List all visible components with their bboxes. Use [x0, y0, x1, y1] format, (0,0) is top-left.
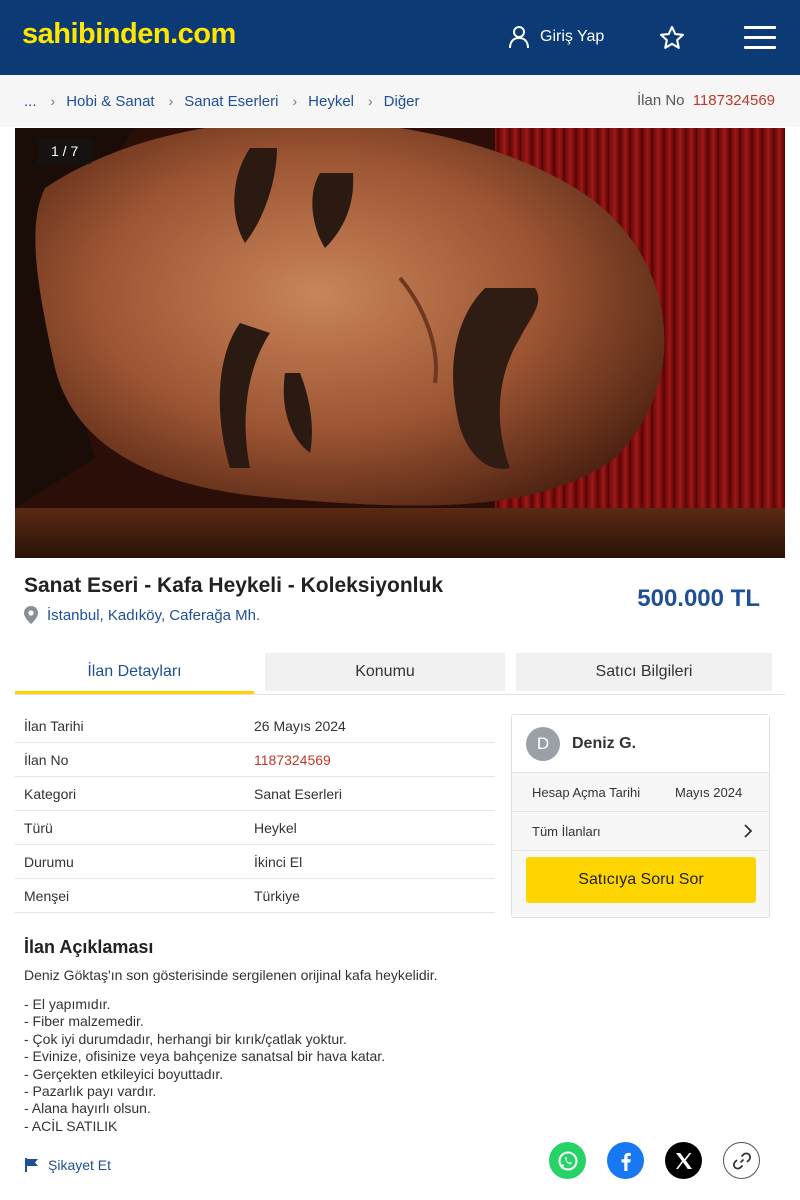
- detail-row: İlan No 1187324569: [15, 743, 495, 777]
- chevron-right-icon: ›: [50, 93, 56, 109]
- report-link[interactable]: Şikayet Et: [24, 1157, 111, 1173]
- list-item: - Gerçekten etkileyici boyuttadır.: [24, 1065, 224, 1082]
- breadcrumb-more[interactable]: ...: [24, 93, 37, 110]
- favorites-button[interactable]: [656, 22, 688, 54]
- detail-label: İlan No: [24, 751, 69, 768]
- site-logo[interactable]: sahibinden.com: [22, 18, 236, 51]
- avatar: D: [526, 726, 560, 761]
- listing-number-label: İlan No: [636, 92, 685, 109]
- login-button[interactable]: Giriş Yap: [508, 25, 604, 49]
- link-glyph: [732, 1151, 751, 1170]
- detail-label: Durumu: [24, 853, 74, 870]
- user-icon: [509, 26, 529, 49]
- listing-price: 500.000 TL: [637, 585, 760, 612]
- detail-value: 1187324569: [254, 751, 331, 768]
- seller-card: D Deniz G. Hesap Açma Tarihi Mayıs 2024 …: [511, 714, 770, 918]
- listing-number-value: 1187324569: [692, 92, 775, 109]
- account-date-row: Hesap Açma Tarihi Mayıs 2024: [512, 773, 769, 812]
- tab-ilan-detaylari[interactable]: İlan Detayları: [15, 653, 254, 694]
- seller-name: Deniz G.: [572, 734, 637, 752]
- ask-seller-button[interactable]: Satıcıya Soru Sor: [526, 857, 756, 903]
- chevron-right-icon: [744, 824, 753, 838]
- detail-row: Menşei Türkiye: [15, 879, 495, 913]
- detail-row: İlan Tarihi 26 Mayıs 2024: [15, 709, 495, 743]
- detail-value: 26 Mayıs 2024: [254, 717, 346, 734]
- breadcrumb-heykel[interactable]: Heykel: [308, 93, 354, 110]
- list-item: - ACİL SATILIK: [24, 1117, 118, 1134]
- report-label: Şikayet Et: [48, 1157, 112, 1173]
- chevron-right-icon: ›: [368, 93, 373, 109]
- tab-satici-bilgileri[interactable]: Satıcı Bilgileri: [516, 653, 772, 691]
- chevron-right-icon: ›: [168, 93, 174, 109]
- whatsapp-icon[interactable]: [549, 1142, 586, 1179]
- facebook-icon[interactable]: [607, 1142, 644, 1179]
- tab-konumu[interactable]: Konumu: [265, 653, 505, 691]
- detail-value: Sanat Eserleri: [254, 785, 342, 802]
- list-item: - Fiber malzemedir.: [24, 1013, 144, 1030]
- breadcrumb-hobi-sanat[interactable]: Hobi & Sanat: [66, 93, 154, 110]
- breadcrumb-diger[interactable]: Diğer: [384, 93, 420, 110]
- link-icon[interactable]: [723, 1142, 760, 1179]
- account-date-value: Mayıs 2024: [675, 784, 743, 800]
- detail-row: Türü Heykel: [15, 811, 495, 845]
- x-glyph: [675, 1152, 692, 1169]
- whatsapp-glyph: [558, 1151, 577, 1170]
- detail-row: Durumu İkinci El: [15, 845, 495, 879]
- breadcrumb-sanat-eserleri[interactable]: Sanat Eserleri: [184, 93, 278, 110]
- location-text: İstanbul, Kadıköy, Caferağa Mh.: [47, 606, 261, 624]
- top-header: sahibinden.com Giriş Yap: [0, 0, 800, 75]
- all-listings-link[interactable]: Tüm İlanları: [512, 812, 769, 851]
- detail-value: İkinci El: [254, 853, 303, 870]
- detail-label: İlan Tarihi: [24, 717, 84, 734]
- list-item: - Alana hayırlı olsun.: [24, 1100, 151, 1117]
- photo-counter: 1 / 7: [37, 138, 93, 164]
- breadcrumb: ... › Hobi & Sanat › Sanat Eserleri › He…: [0, 75, 800, 127]
- detail-label: Menşei: [24, 887, 70, 904]
- chevron-right-icon: ›: [292, 93, 298, 109]
- listing-location[interactable]: İstanbul, Kadıköy, Caferağa Mh.: [24, 606, 260, 624]
- detail-label: Türü: [24, 819, 53, 836]
- account-date-label: Hesap Açma Tarihi: [532, 784, 641, 800]
- list-item: - El yapımıdır.: [24, 996, 111, 1012]
- listing-tabs: İlan Detayları Konumu Satıcı Bilgileri: [15, 653, 785, 695]
- sculpture-image: [15, 128, 785, 558]
- description-title: İlan Açıklaması: [24, 937, 154, 957]
- facebook-glyph: [621, 1152, 631, 1171]
- list-item: - Evinize, ofisinize veya bahçenize sana…: [24, 1048, 386, 1065]
- location-pin-icon: [24, 606, 38, 624]
- description-text: Deniz Göktaş'ın son gösterisinde sergile…: [24, 967, 438, 983]
- detail-label: Kategori: [24, 785, 77, 802]
- all-listings-label: Tüm İlanları: [532, 823, 601, 839]
- detail-row: Kategori Sanat Eserleri: [15, 777, 495, 811]
- list-item: - Pazarlık payı vardır.: [24, 1083, 157, 1100]
- list-item: - Çok iyi durumdadır, herhangi bir kırık…: [24, 1030, 347, 1047]
- detail-value: Türkiye: [254, 887, 300, 904]
- x-icon[interactable]: [665, 1142, 702, 1179]
- details-table: İlan Tarihi 26 Mayıs 2024 İlan No 118732…: [15, 709, 495, 913]
- login-label: Giriş Yap: [540, 28, 605, 45]
- listing-number: İlan No 1187324569: [637, 92, 775, 109]
- star-icon: [659, 25, 685, 49]
- hamburger-menu-icon[interactable]: [740, 22, 780, 54]
- seller-header[interactable]: D Deniz G.: [512, 715, 769, 773]
- listing-title: Sanat Eseri - Kafa Heykeli - Koleksiyonl…: [24, 574, 443, 597]
- listing-photo[interactable]: 1 / 7: [15, 128, 785, 558]
- flag-icon: [25, 1158, 38, 1172]
- description-list: - El yapımıdır. - Fiber malzemedir. - Ço…: [24, 996, 385, 1135]
- detail-value: Heykel: [254, 819, 297, 836]
